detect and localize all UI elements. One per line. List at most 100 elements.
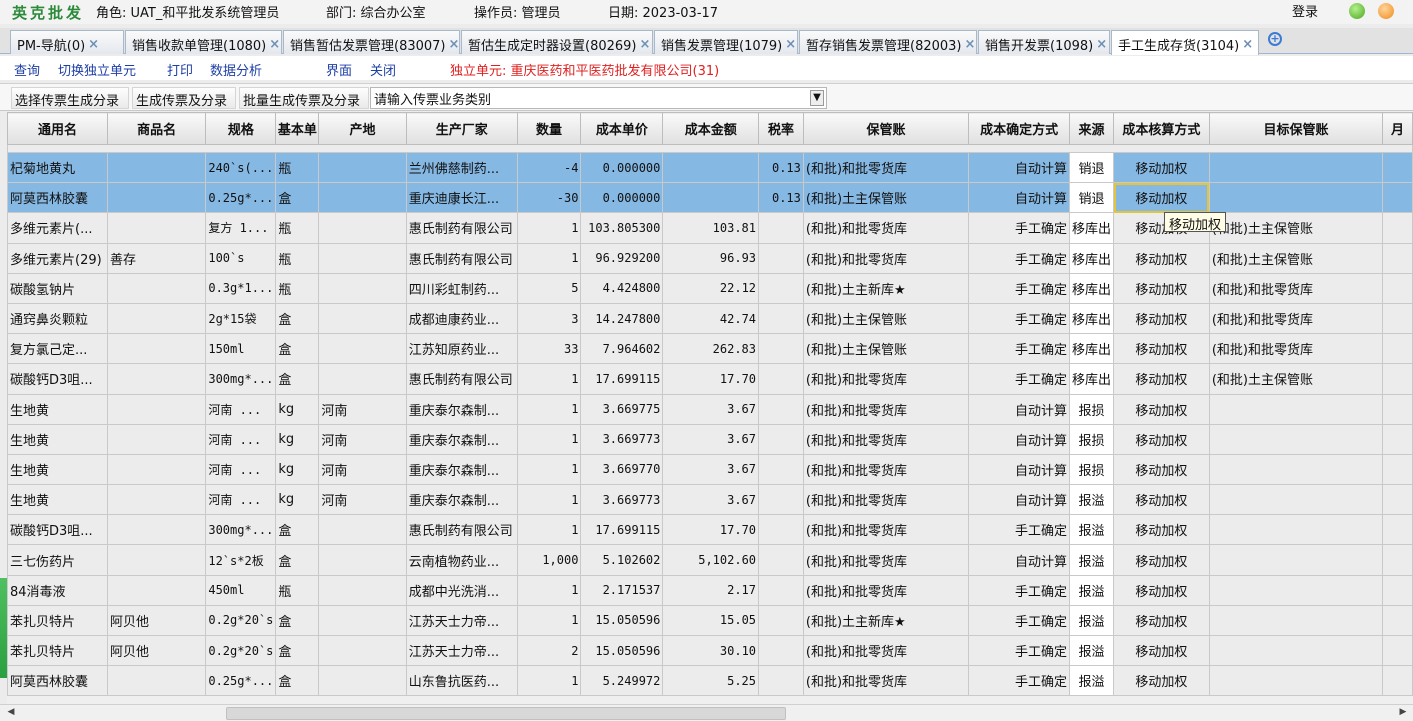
cell-spec[interactable]: 0.3g*1... (205, 272, 277, 304)
table-row[interactable]: 苯扎贝特片 阿贝他 0.2g*20`s 盒 江苏天士力帝... 2 15.050596 30.… (7, 634, 1413, 667)
cell-product-name[interactable] (106, 182, 207, 214)
cell-manufacturer[interactable]: 江苏知原药业... (405, 333, 518, 365)
col-origin[interactable]: 产地 (318, 112, 407, 145)
close-icon[interactable]: × (1096, 37, 1107, 52)
col-unit-cost[interactable]: 成本单价 (580, 112, 664, 145)
menu-data-analysis[interactable]: 数据分析 (210, 60, 262, 79)
cell-source[interactable]: 报溢 (1068, 544, 1115, 576)
cell-generic-name[interactable]: 84消毒液 (7, 574, 108, 606)
cell-unit[interactable]: 盒 (275, 665, 320, 697)
cell-generic-name[interactable]: 多维元素片(... (7, 212, 108, 244)
cell-accounting-method[interactable]: 移动加权 (1113, 302, 1210, 335)
cell-source[interactable]: 报溢 (1068, 604, 1115, 637)
cell-tax-rate[interactable] (758, 423, 804, 455)
cell-unit[interactable]: 盒 (275, 544, 320, 576)
cell-origin[interactable] (318, 544, 407, 576)
cell-month[interactable] (1382, 574, 1413, 606)
cell-month[interactable] (1382, 393, 1413, 425)
cell-product-name[interactable] (106, 302, 207, 335)
cell-spec[interactable]: 300mg*... (205, 514, 277, 546)
cell-cost-amount[interactable] (662, 182, 760, 214)
cell-source[interactable]: 报溢 (1068, 665, 1115, 697)
cell-target-account[interactable] (1208, 484, 1384, 516)
cell-generic-name[interactable]: 生地黄 (7, 423, 108, 455)
tab-pm-nav[interactable]: PM-导航(0) × (10, 30, 124, 54)
cell-month[interactable] (1382, 333, 1413, 365)
cell-accounting-method[interactable]: 移动加权 (1113, 333, 1210, 365)
cell-cost-amount[interactable]: 3.67 (662, 423, 760, 455)
table-row[interactable]: 多维元素片(29) 善存 100`s 瓶 惠氏制药有限公司 1 96.929200 96.93… (7, 242, 1413, 274)
cell-unit-cost[interactable]: 103.805300 (580, 212, 664, 244)
cell-storage-account[interactable]: (和批)和批零货库 (802, 423, 970, 455)
cell-product-name[interactable] (106, 665, 207, 697)
cell-generic-name[interactable]: 生地黄 (7, 453, 108, 486)
col-source[interactable]: 来源 (1068, 112, 1115, 145)
cell-origin[interactable] (318, 212, 407, 244)
cell-source[interactable]: 移库出 (1068, 302, 1115, 335)
tab-manual-inventory[interactable]: 手工生成存货(3104) × (1111, 30, 1259, 55)
cell-cost-amount[interactable]: 22.12 (662, 272, 760, 304)
cell-unit-cost[interactable]: 96.929200 (580, 242, 664, 274)
close-icon[interactable]: × (965, 37, 976, 52)
cell-target-account[interactable] (1208, 514, 1384, 546)
table-row[interactable]: 碳酸氢钠片 0.3g*1... 瓶 四川彩虹制药... 5 4.424800 22.12 (和… (7, 272, 1413, 304)
cell-spec[interactable]: 2g*15袋 (205, 302, 277, 335)
cell-storage-account[interactable]: (和批)土主保管账 (802, 302, 970, 335)
cell-spec[interactable]: 0.2g*20`s (205, 604, 277, 637)
cell-unit[interactable]: 瓶 (275, 272, 320, 304)
cell-cost-method[interactable]: 自动计算 (968, 393, 1070, 425)
cell-storage-account[interactable]: (和批)和批零货库 (802, 393, 970, 425)
tab-sales-invoice[interactable]: 销售发票管理(1079) × (654, 30, 798, 54)
cell-generic-name[interactable]: 通窍鼻炎颗粒 (7, 302, 108, 335)
cell-unit[interactable]: 盒 (275, 604, 320, 637)
cell-product-name[interactable] (106, 514, 207, 546)
cell-spec[interactable]: 12`s*2板 (205, 544, 277, 576)
cell-origin[interactable] (318, 242, 407, 274)
cell-month[interactable] (1382, 423, 1413, 455)
cell-target-account[interactable] (1208, 453, 1384, 486)
cell-month[interactable] (1382, 302, 1413, 335)
col-quantity[interactable]: 数量 (516, 112, 582, 145)
cell-target-account[interactable] (1208, 393, 1384, 425)
cell-origin[interactable] (318, 151, 407, 184)
cell-source[interactable]: 移库出 (1068, 242, 1115, 274)
cell-cost-method[interactable]: 手工确定 (968, 302, 1070, 335)
cell-manufacturer[interactable]: 惠氏制药有限公司 (405, 212, 518, 244)
cell-month[interactable] (1382, 363, 1413, 395)
cell-unit-cost[interactable]: 14.247800 (580, 302, 664, 335)
cell-unit[interactable]: 盒 (275, 182, 320, 214)
cell-tax-rate[interactable]: 0.13 (758, 182, 804, 214)
cell-product-name[interactable] (106, 484, 207, 516)
cell-quantity[interactable]: 2 (516, 634, 582, 667)
close-icon[interactable]: × (785, 37, 796, 52)
cell-accounting-method[interactable]: 移动加权 (1113, 151, 1210, 184)
cell-cost-method[interactable]: 手工确定 (968, 333, 1070, 365)
cell-target-account[interactable] (1208, 634, 1384, 667)
cell-origin[interactable] (318, 634, 407, 667)
cell-source[interactable]: 移库出 (1068, 333, 1115, 365)
cell-storage-account[interactable]: (和批)和批零货库 (802, 242, 970, 274)
cell-manufacturer[interactable]: 惠氏制药有限公司 (405, 363, 518, 395)
cell-unit-cost[interactable]: 5.102602 (580, 544, 664, 576)
cell-spec[interactable]: 0.25g*... (205, 182, 277, 214)
cell-source[interactable]: 销退 (1068, 151, 1115, 184)
cell-storage-account[interactable]: (和批)和批零货库 (802, 484, 970, 516)
cell-storage-account[interactable]: (和批)和批零货库 (802, 634, 970, 667)
cell-cost-amount[interactable]: 3.67 (662, 453, 760, 486)
cell-origin[interactable] (318, 514, 407, 546)
cell-product-name[interactable] (106, 363, 207, 395)
cell-target-account[interactable] (1208, 182, 1384, 214)
cell-unit[interactable]: 瓶 (275, 212, 320, 244)
cell-spec[interactable]: 河南 ... (205, 484, 277, 516)
cell-accounting-method[interactable]: 移动加权 (1113, 182, 1210, 214)
cell-unit-cost[interactable]: 15.050596 (580, 634, 664, 667)
cell-origin[interactable] (318, 363, 407, 395)
cell-accounting-method[interactable]: 移动加权 (1113, 665, 1210, 697)
cell-accounting-method[interactable]: 移动加权 (1113, 272, 1210, 304)
table-row[interactable]: 复方氯己定... 150ml 盒 江苏知原药业... 33 7.964602 262.83 (… (7, 333, 1413, 365)
cell-origin[interactable]: 河南 (318, 423, 407, 455)
cell-unit-cost[interactable]: 4.424800 (580, 272, 664, 304)
cell-manufacturer[interactable]: 云南植物药业... (405, 544, 518, 576)
close-icon[interactable]: × (1242, 37, 1253, 52)
cell-spec[interactable]: 0.25g*... (205, 665, 277, 697)
